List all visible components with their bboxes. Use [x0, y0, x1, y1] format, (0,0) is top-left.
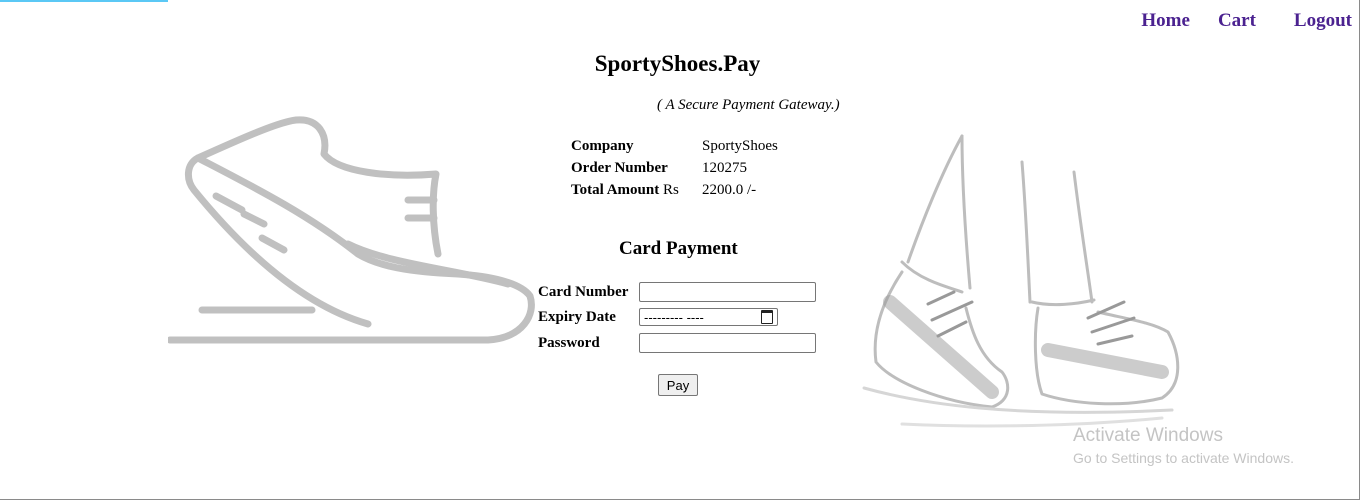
company-label: Company: [571, 137, 634, 154]
watermark-title: Activate Windows: [1073, 425, 1223, 446]
total-amount-value: 2200.0 /-: [702, 181, 757, 198]
card-number-input[interactable]: [639, 282, 816, 302]
calendar-icon[interactable]: [761, 310, 773, 324]
password-label: Password: [538, 334, 600, 351]
amount-unit: Rs: [662, 181, 679, 198]
page-title: SportyShoes.Pay: [594, 51, 761, 76]
order-number-label: Order Number: [571, 159, 668, 176]
windows-activation-watermark: Activate Windows Go to Settings to activ…: [1073, 425, 1294, 466]
card-number-row: Card Number: [538, 282, 816, 302]
nav-logout-link[interactable]: Logout: [1294, 10, 1352, 32]
order-summary-table: Company SportyShoes Order Number 120275 …: [571, 135, 778, 201]
nav-home-link[interactable]: Home: [1141, 10, 1190, 32]
table-row: Order Number 120275: [571, 157, 778, 179]
total-amount-label-cell: Total Amount Rs: [571, 179, 702, 201]
loading-bar: [0, 0, 168, 2]
password-input[interactable]: [639, 333, 816, 353]
walking-feet-icon: [862, 134, 1180, 428]
total-amount-label: Total Amount: [571, 181, 660, 198]
table-row: Total Amount Rs 2200.0 /-: [571, 179, 778, 201]
company-value: SportyShoes: [702, 137, 778, 154]
order-number-value: 120275: [702, 159, 747, 176]
expiry-date-placeholder: --------- ----: [644, 309, 704, 325]
password-row: Password: [538, 333, 816, 353]
card-number-label: Card Number: [538, 283, 629, 300]
top-nav: Home Cart Logout: [1141, 10, 1352, 32]
page-subtitle: ( A Secure Payment Gateway.): [657, 97, 840, 113]
card-payment-heading: Card Payment: [619, 238, 738, 259]
expiry-row: Expiry Date --------- ----: [538, 308, 778, 326]
watermark-subtitle: Go to Settings to activate Windows.: [1073, 450, 1294, 466]
expiry-date-label: Expiry Date: [538, 308, 616, 325]
running-shoe-icon: [168, 116, 535, 344]
expiry-date-input[interactable]: --------- ----: [639, 308, 778, 326]
pay-button[interactable]: Pay: [658, 374, 698, 396]
table-row: Company SportyShoes: [571, 135, 778, 157]
nav-cart-link[interactable]: Cart: [1218, 10, 1256, 32]
